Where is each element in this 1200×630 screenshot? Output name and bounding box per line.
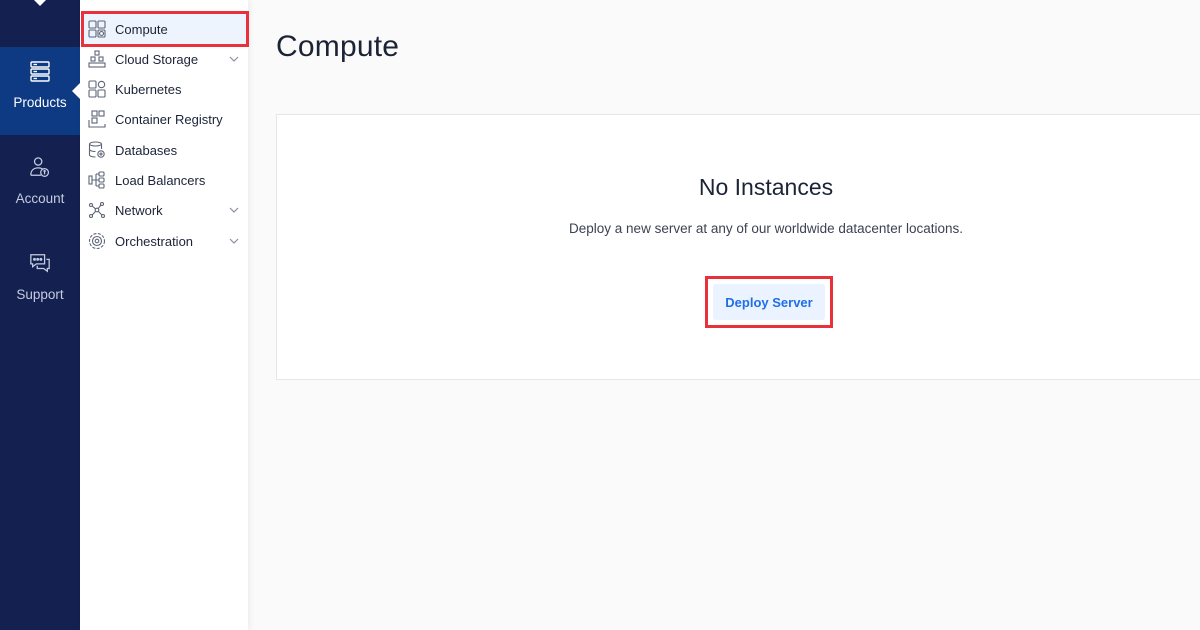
container-registry-icon xyxy=(88,110,106,128)
sidebar-item-compute[interactable]: Compute xyxy=(81,11,249,47)
orchestration-gear-icon xyxy=(88,232,106,250)
deploy-button-highlight: Deploy Server xyxy=(705,276,833,328)
sidebar-item-kubernetes[interactable]: Kubernetes xyxy=(84,74,246,104)
chevron-down-icon[interactable] xyxy=(228,235,240,247)
kubernetes-grid-icon xyxy=(88,80,106,98)
sidebar-item-cloud-storage[interactable]: Cloud Storage xyxy=(84,44,246,74)
sidebar-item-label: Compute xyxy=(115,21,168,37)
sidebar-item-orchestration[interactable]: Orchestration xyxy=(84,226,246,256)
empty-state-subtitle: Deploy a new server at any of our worldw… xyxy=(569,221,963,236)
empty-state-title: No Instances xyxy=(698,174,834,200)
empty-state-card: No Instances Deploy a new server at any … xyxy=(276,114,1200,380)
rail-item-label: Account xyxy=(15,191,65,206)
chevron-down-icon[interactable] xyxy=(228,53,240,65)
user-lock-icon xyxy=(30,157,50,177)
chat-bubbles-icon xyxy=(30,254,50,273)
load-balancer-icon xyxy=(88,171,105,189)
sidebar-item-label: Kubernetes xyxy=(115,81,182,97)
logo-icon[interactable] xyxy=(34,0,46,6)
rail-item-label: Support xyxy=(16,287,64,302)
sidebar-item-network[interactable]: Network xyxy=(84,195,246,225)
rail-item-products[interactable]: Products xyxy=(0,47,80,135)
sidebar-item-label: Orchestration xyxy=(115,233,194,249)
page-title: Compute xyxy=(276,30,400,63)
sidebar-item-label: Databases xyxy=(115,142,178,158)
sidebar-item-label: Network xyxy=(115,202,163,218)
active-indicator xyxy=(72,83,80,99)
primary-nav-rail: Products Account Support xyxy=(0,0,80,630)
deploy-server-button[interactable]: Deploy Server xyxy=(713,284,825,320)
sidebar-item-databases[interactable]: Databases xyxy=(84,135,246,165)
sidebar-item-label: Load Balancers xyxy=(115,172,206,188)
storage-blocks-icon xyxy=(88,50,106,68)
app-root: Products Account Support Compute Cloud S… xyxy=(0,0,1200,630)
rail-item-account[interactable]: Account xyxy=(0,143,80,231)
sidebar-item-load-balancers[interactable]: Load Balancers xyxy=(84,165,246,195)
database-gear-icon xyxy=(88,141,105,158)
rail-item-support[interactable]: Support xyxy=(0,239,80,327)
chevron-down-icon[interactable] xyxy=(228,204,240,216)
rail-item-label: Products xyxy=(13,95,67,110)
network-nodes-icon xyxy=(88,201,106,219)
sidebar-item-container-registry[interactable]: Container Registry xyxy=(84,104,246,134)
server-stack-icon xyxy=(30,61,50,82)
sidebar-item-label: Container Registry xyxy=(115,111,223,127)
compute-grid-icon xyxy=(88,20,106,38)
sidebar-item-label: Cloud Storage xyxy=(115,51,199,67)
products-sidebar: Compute Cloud Storage Kubernetes Contain… xyxy=(80,0,249,630)
